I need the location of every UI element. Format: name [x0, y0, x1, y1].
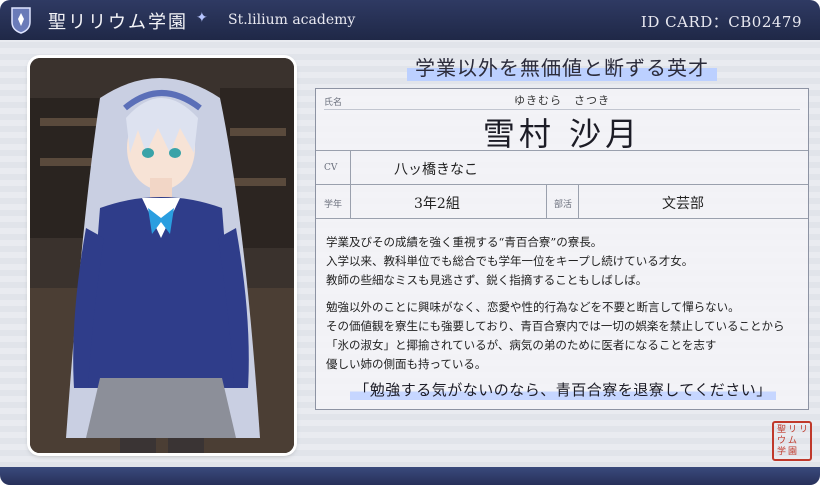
name-furigana: ゆきむら さつき — [514, 94, 610, 107]
club-value: 文芸部 — [662, 196, 704, 212]
footer-bar — [0, 467, 820, 485]
id-card: 聖リリウム学園 ✦ St.lilium academy ID CARD：CB02… — [0, 0, 820, 485]
academy-name: St.lilium academy — [228, 12, 356, 28]
character-illustration — [30, 58, 294, 453]
star-icon: ✦ — [196, 10, 208, 26]
school-seal: 聖 リ リ ウ ム 学 園 — [772, 421, 812, 461]
grade-label: 学年 — [324, 200, 343, 210]
description-paragraph-2: 勉強以外のことに興味がなく、恋愛や性的行為などを不要と断言して憚らない。 その価… — [326, 300, 785, 371]
tagline: 学業以外を無価値と断ずる英才 — [315, 52, 809, 81]
character-description: 学業及びその成績を強く重視する“青百合寮”の寮長。 入学以来、教科単位でも総合で… — [326, 233, 800, 382]
character-quote: 「勉強する気がないのなら、青百合寮を退寮してください」 — [326, 379, 800, 400]
header-bar: 聖リリウム学園 ✦ St.lilium academy ID CARD：CB02… — [0, 0, 820, 40]
id-card-number: ID CARD：CB02479 — [640, 13, 802, 31]
school-name: 聖リリウム学園 — [48, 12, 188, 33]
grade-value: 3年2組 — [414, 196, 460, 212]
character-name: 雪村 沙月 — [482, 115, 642, 153]
character-portrait — [30, 58, 294, 453]
profile-table: 氏名 ゆきむら さつき 雪村 沙月 CV 八ッ橋きなこ 学年 3年2組 部活 文… — [315, 88, 809, 410]
school-crest-icon — [11, 7, 31, 34]
cv-row: CV 八ッ橋きなこ — [316, 151, 808, 185]
name-row: 氏名 ゆきむら さつき 雪村 沙月 — [316, 89, 808, 153]
description-paragraph-1: 学業及びその成績を強く重視する“青百合寮”の寮長。 入学以来、教科単位でも総合で… — [326, 235, 694, 287]
grade-club-row: 学年 3年2組 部活 文芸部 — [316, 185, 808, 219]
cv-label: CV — [324, 163, 338, 173]
club-label: 部活 — [554, 200, 573, 210]
voice-actor: 八ッ橋きなこ — [394, 162, 478, 178]
tagline-text: 学業以外を無価値と断ずる英才 — [407, 52, 717, 81]
